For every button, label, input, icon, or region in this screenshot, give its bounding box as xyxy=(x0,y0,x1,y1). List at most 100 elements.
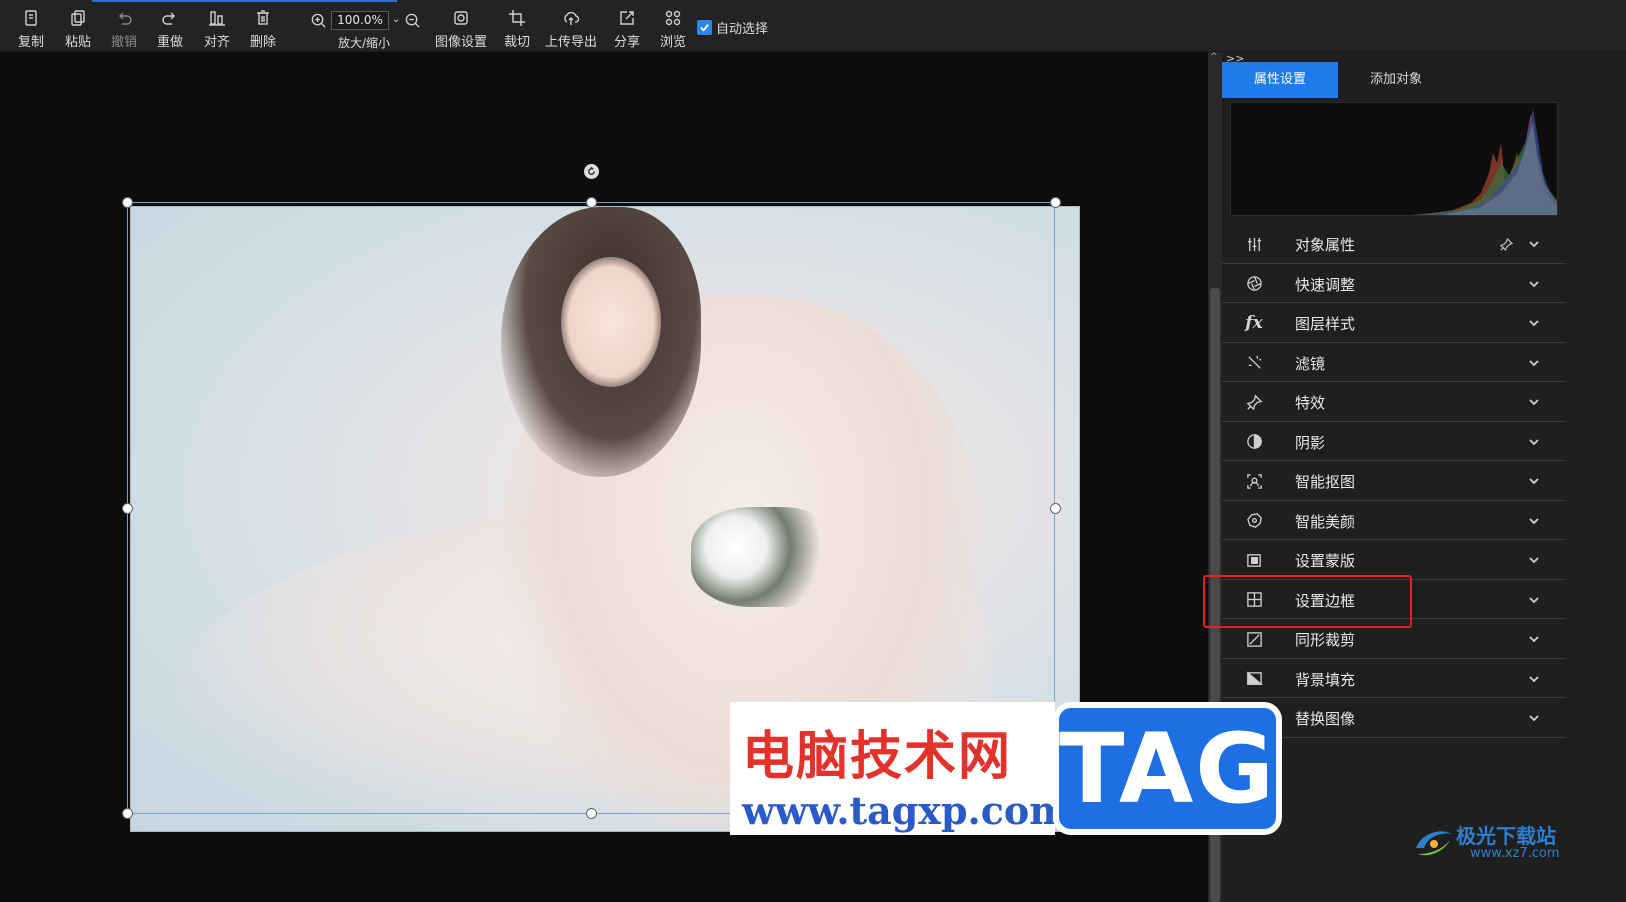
auto-select-label: 自动选择 xyxy=(716,21,769,37)
watermark-banner: 电脑技术网 www.tagxp.com TAG xyxy=(730,702,1282,835)
zoom-out-icon[interactable] xyxy=(402,10,422,30)
logo-site: www.xz7.com xyxy=(1470,846,1560,861)
crop-label: 裁切 xyxy=(503,35,530,50)
cloud-upload-icon xyxy=(561,8,581,28)
accordion-label: 背景填充 xyxy=(1295,670,1356,689)
aurora-download-logo: 极光下载站 www.xz7.com xyxy=(1412,816,1622,868)
delete-button[interactable]: 删除 xyxy=(240,6,286,50)
align-button[interactable]: 对齐 xyxy=(194,6,240,50)
photo-face xyxy=(561,257,661,387)
accordion-shadow[interactable]: 阴影 xyxy=(1222,422,1566,461)
chevron-down-icon[interactable] xyxy=(1527,631,1541,645)
panel-accordion: 对象属性 快速调整 fx 图层样式 滤镜 特效 阴影 智能抠图 智能美颜 设置蒙… xyxy=(1222,224,1566,738)
accordion-background-fill[interactable]: 背景填充 xyxy=(1222,659,1566,698)
redo-icon xyxy=(160,8,180,28)
chevron-down-icon[interactable] xyxy=(1527,434,1541,448)
accordion-smart-beauty[interactable]: 智能美颜 xyxy=(1222,501,1566,540)
mask-icon xyxy=(1244,550,1264,570)
tab-add-object[interactable]: 添加对象 xyxy=(1338,62,1454,98)
accordion-smart-cutout[interactable]: 智能抠图 xyxy=(1222,461,1566,501)
watermark-text-box: 电脑技术网 www.tagxp.com xyxy=(730,702,1069,835)
accordion-label: 智能美颜 xyxy=(1295,512,1356,531)
accordion-effects[interactable]: 特效 xyxy=(1222,382,1566,422)
zoom-control: 100.0% ⌄ 放大/缩小 xyxy=(308,6,420,50)
beauty-icon xyxy=(1244,511,1264,531)
border-icon xyxy=(1244,590,1264,610)
upload-export-button[interactable]: 上传导出 xyxy=(540,6,602,50)
accordion-label: 阴影 xyxy=(1295,433,1326,452)
redo-button[interactable]: 重做 xyxy=(147,6,193,50)
copy-icon xyxy=(21,8,41,28)
crop-button[interactable]: 裁切 xyxy=(494,6,540,50)
resize-handle-right[interactable] xyxy=(1050,503,1061,514)
trash-icon xyxy=(253,8,273,28)
chevron-down-icon[interactable] xyxy=(1527,355,1541,369)
shape-crop-icon xyxy=(1244,629,1264,649)
chevron-down-icon[interactable] xyxy=(1527,236,1541,250)
scroll-up-icon[interactable]: ^ xyxy=(1210,52,1220,62)
undo-button[interactable]: 撤销 xyxy=(101,6,147,50)
browse-button[interactable]: 浏览 xyxy=(650,6,696,50)
paste-label: 粘贴 xyxy=(64,35,91,50)
image-settings-button[interactable]: 图像设置 xyxy=(430,6,492,50)
accordion-layer-style[interactable]: fx 图层样式 xyxy=(1222,303,1566,343)
zoom-dropdown-icon[interactable]: ⌄ xyxy=(392,13,402,27)
redo-label: 重做 xyxy=(156,35,183,50)
chevron-down-icon[interactable] xyxy=(1527,394,1541,408)
checkmark-icon xyxy=(697,19,712,35)
resize-handle-left[interactable] xyxy=(122,503,133,514)
copy-label: 复制 xyxy=(17,35,44,50)
paste-icon xyxy=(68,8,88,28)
chevron-down-icon[interactable] xyxy=(1527,671,1541,685)
watermark-url: www.tagxp.com xyxy=(742,788,1070,833)
rotate-handle-icon[interactable] xyxy=(584,164,599,179)
chevron-down-icon[interactable] xyxy=(1527,473,1541,487)
chevron-down-icon[interactable] xyxy=(1527,710,1541,724)
chevron-down-icon[interactable] xyxy=(1527,513,1541,527)
accordion-label: 特效 xyxy=(1295,394,1326,412)
image-settings-label: 图像设置 xyxy=(434,35,487,50)
zoom-input[interactable]: 100.0% xyxy=(331,11,389,30)
resize-handle-bottom[interactable] xyxy=(586,808,597,819)
resize-handle-top[interactable] xyxy=(586,197,597,208)
accordion-filter[interactable]: 滤镜 xyxy=(1222,343,1566,382)
resize-handle-top-left[interactable] xyxy=(122,197,133,208)
accordion-label: 同形裁剪 xyxy=(1295,631,1356,649)
chevron-down-icon[interactable] xyxy=(1527,552,1541,566)
chevron-down-icon[interactable] xyxy=(1527,276,1541,290)
undo-label: 撤销 xyxy=(110,35,137,50)
accordion-set-mask[interactable]: 设置蒙版 xyxy=(1222,540,1566,580)
auto-select-checkbox[interactable]: 自动选择 xyxy=(697,19,769,37)
watermark-site-name: 电脑技术网 xyxy=(742,727,1013,787)
aperture-icon xyxy=(1244,274,1264,294)
properties-panel: >> 属性设置 添加对象 对象属性 快速调整 fx 图层样式 滤镜 特效 阴影 … xyxy=(1222,52,1626,902)
photo-flowers xyxy=(691,507,841,607)
zoom-label: 放大/缩小 xyxy=(337,36,391,50)
zoom-in-icon[interactable] xyxy=(308,10,328,30)
crop-icon xyxy=(507,8,527,28)
accordion-label: 对象属性 xyxy=(1295,236,1356,254)
chevron-down-icon[interactable] xyxy=(1527,315,1541,329)
watermark-tag-text: TAG xyxy=(1058,712,1277,825)
pin-icon[interactable] xyxy=(1499,236,1514,252)
chevron-down-icon[interactable] xyxy=(1527,592,1541,606)
copy-button[interactable]: 复制 xyxy=(8,6,54,50)
accordion-object-properties[interactable]: 对象属性 xyxy=(1222,224,1566,264)
top-toolbar: 复制 粘贴 撤销 重做 对齐 删除 100.0% ⌄ 放大/缩小 图像设置 裁切… xyxy=(0,0,1626,52)
browse-label: 浏览 xyxy=(659,35,686,50)
tab-properties[interactable]: 属性设置 xyxy=(1222,62,1338,98)
sliders-icon xyxy=(1244,234,1264,254)
share-icon xyxy=(617,8,637,28)
accordion-set-border[interactable]: 设置边框 xyxy=(1222,580,1566,619)
resize-handle-bottom-left[interactable] xyxy=(122,808,133,819)
shadow-circle-icon xyxy=(1244,432,1264,452)
resize-handle-top-right[interactable] xyxy=(1050,197,1061,208)
share-label: 分享 xyxy=(613,35,640,50)
accordion-shape-crop[interactable]: 同形裁剪 xyxy=(1222,619,1566,659)
accordion-quick-adjust[interactable]: 快速调整 xyxy=(1222,264,1566,303)
accordion-label: 替换图像 xyxy=(1295,710,1356,728)
share-button[interactable]: 分享 xyxy=(604,6,650,50)
align-label: 对齐 xyxy=(203,35,230,50)
accordion-label: 设置边框 xyxy=(1295,591,1356,610)
paste-button[interactable]: 粘贴 xyxy=(55,6,101,50)
